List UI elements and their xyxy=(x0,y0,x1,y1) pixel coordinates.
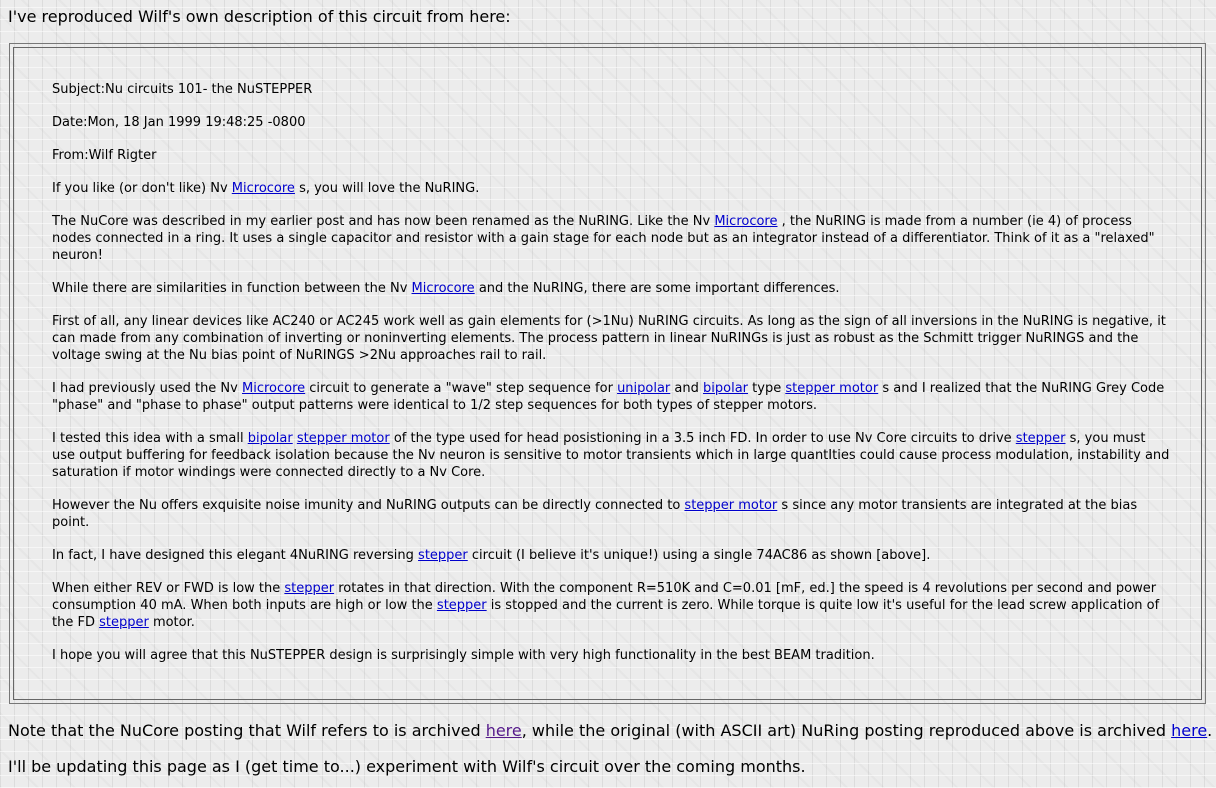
microcore-link[interactable]: Microcore xyxy=(242,381,305,396)
microcore-link[interactable]: Microcore xyxy=(714,214,777,229)
email-subject: Subject:Nu circuits 101- the NuSTEPPER xyxy=(52,82,313,97)
email-paragraph-10: I hope you will agree that this NuSTEPPE… xyxy=(52,648,875,663)
stepper-link[interactable]: stepper xyxy=(418,548,468,563)
email-paragraph-6: I tested this idea with a small bipolar … xyxy=(52,431,1170,480)
nucore-archive-link[interactable]: here xyxy=(486,721,522,740)
quoted-email-content: Subject:Nu circuits 101- the NuSTEPPER D… xyxy=(52,81,1172,680)
stepper-motor-link[interactable]: stepper motor xyxy=(785,381,878,396)
email-paragraph-7: However the Nu offers exquisite noise im… xyxy=(52,498,1138,530)
email-paragraph-1: If you like (or don't like) Nv Microcore… xyxy=(52,181,480,196)
email-paragraph-8: In fact, I have designed this elegant 4N… xyxy=(52,548,931,563)
microcore-link[interactable]: Microcore xyxy=(232,181,295,196)
stepper-motor-link[interactable]: stepper motor xyxy=(297,431,390,446)
unipolar-link[interactable]: unipolar xyxy=(617,381,670,396)
email-paragraph-2: The NuCore was described in my earlier p… xyxy=(52,214,1155,263)
email-paragraph-4: First of all, any linear devices like AC… xyxy=(52,314,1166,363)
stepper-link[interactable]: stepper xyxy=(437,598,487,613)
bipolar-link[interactable]: bipolar xyxy=(703,381,748,396)
email-paragraph-9: When either REV or FWD is low the steppe… xyxy=(52,581,1160,630)
intro-text: I've reproduced Wilf's own description o… xyxy=(8,7,511,26)
quoted-email-box: Subject:Nu circuits 101- the NuSTEPPER D… xyxy=(9,43,1206,704)
nuring-archive-link[interactable]: here xyxy=(1171,721,1207,740)
email-paragraph-3: While there are similarities in function… xyxy=(52,281,840,296)
email-date: Date:Mon, 18 Jan 1999 19:48:25 -0800 xyxy=(52,115,306,130)
stepper-motor-link[interactable]: stepper motor xyxy=(684,498,777,513)
archive-note: Note that the NuCore posting that Wilf r… xyxy=(8,721,1213,740)
bipolar-link[interactable]: bipolar xyxy=(248,431,293,446)
update-note: I'll be updating this page as I (get tim… xyxy=(8,757,806,776)
stepper-link[interactable]: stepper xyxy=(284,581,334,596)
email-paragraph-5: I had previously used the Nv Microcore c… xyxy=(52,381,1165,413)
stepper-link[interactable]: stepper xyxy=(1016,431,1066,446)
stepper-link[interactable]: stepper xyxy=(99,615,149,630)
microcore-link[interactable]: Microcore xyxy=(412,281,475,296)
email-from: From:Wilf Rigter xyxy=(52,148,157,163)
